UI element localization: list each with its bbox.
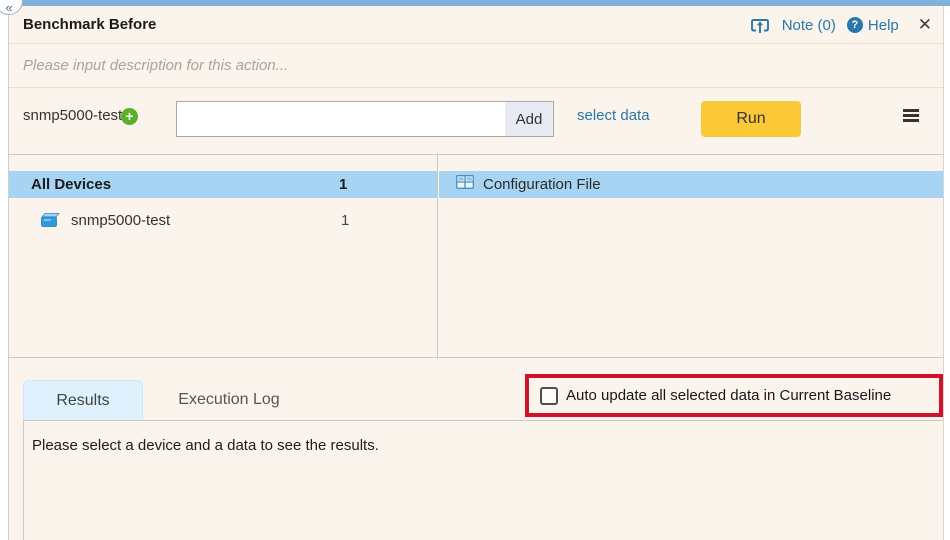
benchmark-before-dialog: Benchmark Before Note (0) ? Help ✕ Pleas… (8, 6, 944, 540)
menu-icon[interactable] (903, 109, 919, 123)
device-name: snmp5000-test (71, 212, 170, 229)
device-count: 1 (341, 212, 349, 229)
collapse-chevrons-icon: « (5, 0, 12, 15)
tab-results[interactable]: Results (23, 380, 143, 420)
auto-update-label[interactable]: Auto update all selected data in Current… (566, 387, 891, 404)
description-placeholder: Please input description for this action… (23, 44, 288, 88)
selected-device-label: snmp5000-test (23, 88, 122, 144)
all-devices-count: 1 (339, 176, 347, 193)
help-label: Help (868, 17, 899, 34)
auto-update-checkbox[interactable] (540, 387, 558, 405)
results-empty-message: Please select a device and a data to see… (32, 437, 379, 454)
all-devices-label: All Devices (9, 176, 111, 193)
note-link[interactable]: Note (0) (782, 17, 836, 34)
all-devices-header[interactable]: All Devices 1 (9, 171, 437, 198)
dialog-title: Benchmark Before (23, 6, 156, 44)
add-device-icon[interactable]: + (121, 108, 138, 125)
action-toolbar: snmp5000-test + Add select data Run (9, 88, 943, 154)
dialog-header: Benchmark Before Note (0) ? Help ✕ (9, 6, 943, 44)
popout-icon[interactable] (750, 17, 771, 34)
table-icon (456, 175, 474, 194)
tab-bar: Results Execution Log Auto update all se… (9, 358, 943, 420)
data-name-input[interactable] (176, 101, 506, 137)
configuration-file-header[interactable]: Configuration File (439, 171, 943, 198)
header-actions: Note (0) ? Help ✕ (750, 6, 932, 44)
device-row[interactable]: snmp5000-test 1 (9, 206, 437, 234)
device-panel: All Devices 1 snmp5000-test 1 (9, 155, 438, 357)
tab-execution-log[interactable]: Execution Log (149, 380, 309, 420)
data-panel: Configuration File (439, 155, 943, 357)
add-button[interactable]: Add (505, 101, 554, 137)
run-button[interactable]: Run (701, 101, 801, 137)
help-link[interactable]: ? Help (847, 17, 899, 34)
results-panel: Please select a device and a data to see… (23, 420, 943, 540)
selection-panels: All Devices 1 snmp5000-test 1 (9, 154, 943, 358)
select-data-link[interactable]: select data (577, 107, 650, 124)
annotation-highlight-box: Auto update all selected data in Current… (525, 374, 943, 417)
help-question-icon: ? (847, 17, 863, 33)
configuration-file-label: Configuration File (483, 176, 601, 193)
close-icon[interactable]: ✕ (918, 15, 932, 35)
device-icon (39, 213, 60, 233)
description-row[interactable]: Please input description for this action… (9, 44, 943, 88)
